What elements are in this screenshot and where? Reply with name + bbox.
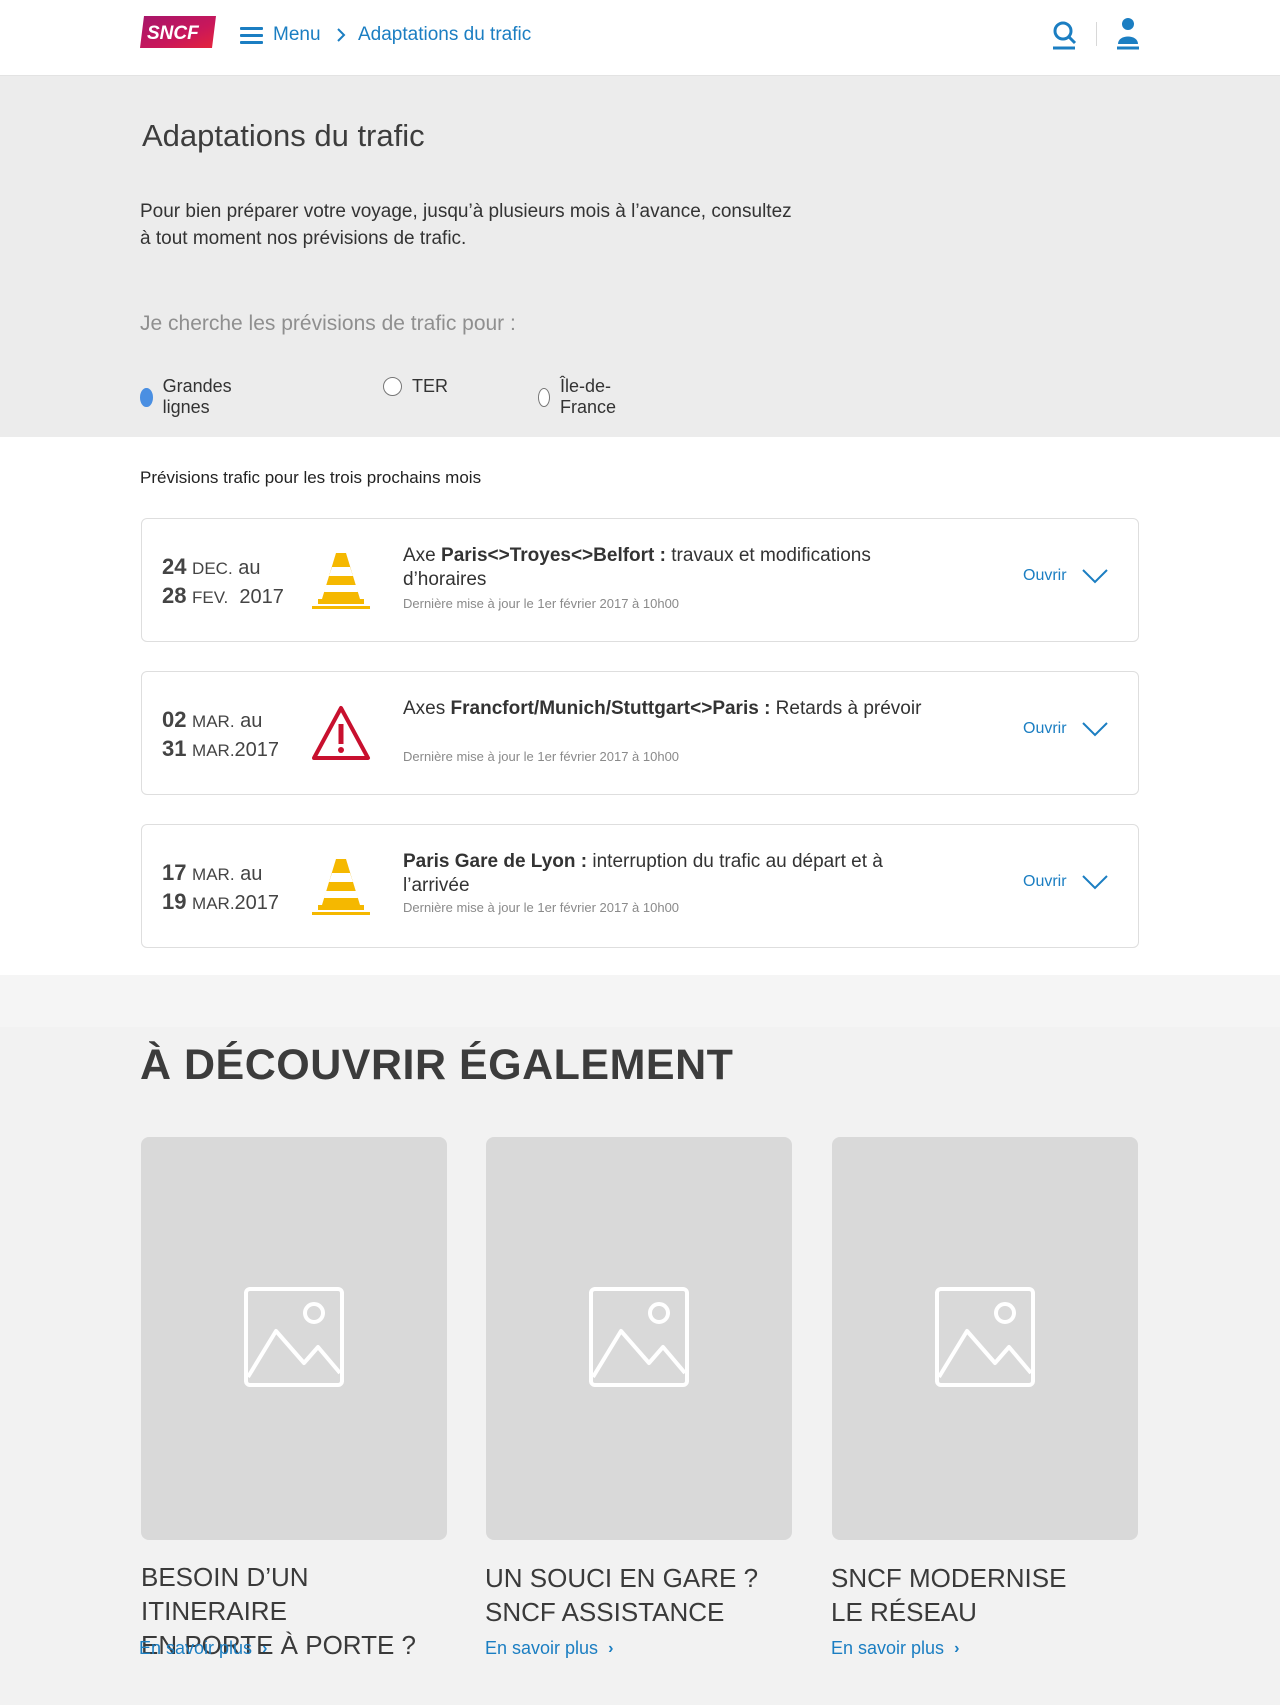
- traffic-cone-icon: [312, 859, 370, 915]
- year: 2017: [234, 892, 280, 914]
- menu-label: Menu: [273, 24, 321, 45]
- intro-text: Pour bien préparer votre voyage, jusqu’à…: [140, 201, 792, 249]
- header-divider: [1096, 22, 1097, 46]
- tile-title: SNCF MODERNISE LE RÉSEAU: [831, 1561, 1151, 1629]
- end-day: 19: [162, 889, 187, 914]
- discover-tile-image[interactable]: [832, 1137, 1138, 1540]
- title-bold: Francfort/Munich/Stuttgart<>Paris :: [450, 698, 771, 719]
- end-day: 28: [162, 583, 187, 608]
- open-button[interactable]: Ouvrir: [1023, 720, 1109, 738]
- discover-section: À DÉCOUVRIR ÉGALEMENT BESOIN D’UN ITINER…: [0, 975, 1280, 1705]
- chevron-down-icon: [1081, 875, 1108, 890]
- site-header: SNCF Menu Adaptations du trafic: [0, 0, 1280, 76]
- link-label: En savoir plus: [831, 1638, 945, 1658]
- end-day: 31: [162, 736, 187, 761]
- card-title: Axe Paris<>Troyes<>Belfort : travaux et …: [403, 544, 923, 592]
- discover-title: À DÉCOUVRIR ÉGALEMENT: [140, 1041, 734, 1089]
- card-title: Axes Francfort/Munich/Stuttgart<>Paris :…: [403, 697, 923, 721]
- breadcrumb-chevron-icon: [337, 28, 346, 42]
- start-month: MAR.: [192, 712, 235, 731]
- open-label: Ouvrir: [1023, 720, 1067, 737]
- radio-ter[interactable]: TER: [383, 376, 448, 397]
- start-day: 24: [162, 554, 187, 579]
- image-placeholder-icon: [589, 1287, 689, 1387]
- chevron-right-icon: ›: [262, 1639, 268, 1657]
- card-update: Dernière mise à jour le 1er février 2017…: [403, 749, 680, 764]
- chevron-down-icon: [1081, 569, 1108, 584]
- page-title: Adaptations du trafic: [142, 118, 425, 153]
- end-month: FEV.: [192, 588, 229, 607]
- chevron-right-icon: ›: [608, 1639, 614, 1657]
- svg-text:SNCF: SNCF: [147, 23, 200, 44]
- tile-title-line: SNCF ASSISTANCE: [485, 1597, 725, 1627]
- title-rest: Retards à prévoir: [770, 698, 922, 719]
- start-month: DEC.: [192, 559, 233, 578]
- radio-ile-de-france[interactable]: Île-de-France: [538, 376, 623, 418]
- date-connector: au: [240, 710, 263, 732]
- year: 2017: [239, 586, 284, 608]
- image-placeholder-icon: [244, 1287, 344, 1387]
- forecast-heading: Prévisions trafic pour les trois prochai…: [140, 468, 482, 487]
- learn-more-link[interactable]: En savoir plus ›: [139, 1638, 267, 1659]
- radio-checked-icon[interactable]: [140, 387, 153, 407]
- intro-section: Adaptations du trafic Pour bien préparer…: [0, 76, 1280, 437]
- discover-tile-image[interactable]: [486, 1137, 792, 1540]
- start-month: MAR.: [192, 865, 235, 884]
- date-range: 24 DEC. au 28 FEV. 2017: [162, 553, 284, 611]
- learn-more-link[interactable]: En savoir plus ›: [831, 1638, 959, 1659]
- date-range: 02 MAR. au 31 MAR.2017: [162, 706, 279, 764]
- learn-more-link[interactable]: En savoir plus ›: [485, 1638, 613, 1659]
- year: 2017: [234, 739, 280, 761]
- open-label: Ouvrir: [1023, 567, 1067, 584]
- end-month: MAR.: [192, 741, 235, 760]
- warning-triangle-icon: [312, 706, 370, 760]
- user-account-icon[interactable]: [1114, 16, 1142, 50]
- end-month: MAR.: [192, 894, 235, 913]
- tile-title-line: UN SOUCI EN GARE ?: [485, 1563, 759, 1593]
- forecast-card[interactable]: 02 MAR. au 31 MAR.2017 Axes Francfort/Mu…: [141, 671, 1139, 795]
- hamburger-icon: [240, 26, 263, 44]
- card-title: Paris Gare de Lyon : interruption du tra…: [403, 850, 923, 898]
- menu-button[interactable]: Menu: [240, 24, 321, 46]
- date-connector: au: [238, 557, 261, 579]
- radio-unchecked-icon[interactable]: [538, 387, 550, 407]
- sncf-logo[interactable]: SNCF: [140, 14, 216, 48]
- title-bold: Paris Gare de Lyon :: [403, 851, 588, 872]
- radio-grandes-lignes[interactable]: Grandes lignes: [140, 376, 238, 418]
- tile-title-line: SNCF MODERNISE: [831, 1563, 1067, 1593]
- image-placeholder-icon: [935, 1287, 1035, 1387]
- radio-label: Grandes lignes: [162, 376, 232, 417]
- start-day: 17: [162, 860, 187, 885]
- open-button[interactable]: Ouvrir: [1023, 567, 1109, 585]
- start-day: 02: [162, 707, 187, 732]
- card-update: Dernière mise à jour le 1er février 2017…: [403, 596, 680, 611]
- title-prefix: Axes: [403, 698, 451, 719]
- title-bold: Paris<>Troyes<>Belfort :: [441, 545, 666, 566]
- tile-title-line: LE RÉSEAU: [831, 1597, 977, 1627]
- discover-tile-image[interactable]: [141, 1137, 447, 1540]
- forecast-section: Prévisions trafic pour les trois prochai…: [0, 437, 1280, 975]
- tile-title-line: BESOIN D’UN ITINERAIRE: [141, 1562, 309, 1626]
- section-divider-band: [0, 975, 1280, 1027]
- card-update: Dernière mise à jour le 1er février 2017…: [403, 900, 680, 915]
- link-label: En savoir plus: [485, 1638, 599, 1658]
- chevron-right-icon: ›: [954, 1639, 960, 1657]
- forecast-card[interactable]: 17 MAR. au 19 MAR.2017 Paris Gare de Lyo…: [141, 824, 1139, 948]
- date-connector: au: [240, 863, 263, 885]
- radio-label: TER: [412, 376, 448, 396]
- open-label: Ouvrir: [1023, 873, 1067, 890]
- search-label: Je cherche les prévisions de trafic pour…: [140, 312, 516, 335]
- date-range: 17 MAR. au 19 MAR.2017: [162, 859, 279, 917]
- link-label: En savoir plus: [139, 1638, 253, 1658]
- radio-label: Île-de-France: [560, 376, 617, 417]
- title-prefix: Axe: [403, 545, 442, 566]
- breadcrumb-current[interactable]: Adaptations du trafic: [358, 24, 531, 46]
- chevron-down-icon: [1081, 722, 1108, 737]
- radio-unchecked-icon[interactable]: [383, 377, 402, 396]
- traffic-cone-icon: [312, 553, 370, 609]
- forecast-card[interactable]: 24 DEC. au 28 FEV. 2017 Axe Paris<>Troye…: [141, 518, 1139, 642]
- open-button[interactable]: Ouvrir: [1023, 873, 1109, 891]
- search-icon[interactable]: [1050, 20, 1078, 50]
- tile-title: UN SOUCI EN GARE ? SNCF ASSISTANCE: [485, 1561, 805, 1629]
